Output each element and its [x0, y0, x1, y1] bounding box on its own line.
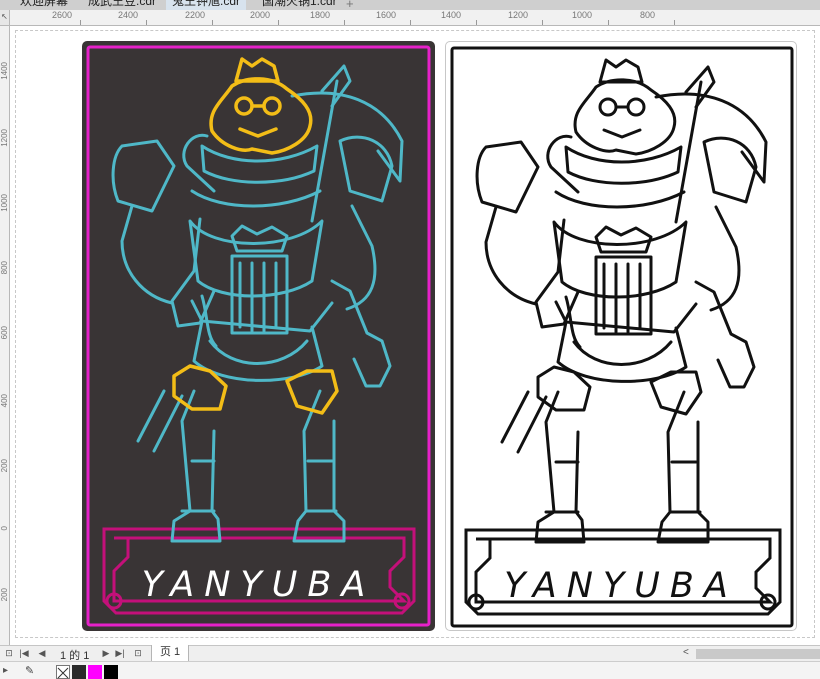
- add-tab-button[interactable]: +: [346, 0, 354, 10]
- ruler-label: 800: [640, 10, 656, 20]
- swatch-none[interactable]: [56, 665, 70, 679]
- ruler-tick: [674, 20, 675, 25]
- horizontal-ruler[interactable]: 2600 2400 2200 2000 1800 1600 1400 1200 …: [10, 10, 820, 26]
- add-page-icon[interactable]: ⊡: [132, 647, 144, 660]
- ruler-label: 1600: [376, 10, 397, 20]
- page-navigator: ⊡ |◀ ◀ 1 的 1 ▶ ▶| ⊡ 页 1 <: [0, 645, 820, 662]
- first-page-icon[interactable]: ⊡: [3, 647, 15, 660]
- ruler-label: 1000: [0, 194, 9, 212]
- ruler-label: 1400: [0, 62, 9, 80]
- last-page-icon[interactable]: ▶|: [114, 647, 126, 660]
- line-guardian-illustration: [450, 46, 794, 628]
- ruler-label: 2200: [185, 10, 206, 20]
- tab-doc-3[interactable]: 国潮火锅1.cdr: [256, 0, 343, 10]
- tab-welcome[interactable]: 欢迎屏幕: [14, 0, 74, 10]
- ruler-label: 0: [0, 526, 9, 531]
- prev-page-icon[interactable]: ◀: [36, 647, 48, 660]
- page-tab-1[interactable]: 页 1: [151, 645, 190, 662]
- ruler-label: 2000: [250, 10, 271, 20]
- ruler-tick: [344, 20, 345, 25]
- ruler-tick: [608, 20, 609, 25]
- no-color-icon: [57, 667, 69, 679]
- swatch-magenta[interactable]: [88, 665, 102, 679]
- ruler-label: 2400: [118, 10, 139, 20]
- neon-guardian-illustration: [86, 45, 431, 627]
- ruler-tick: [146, 20, 147, 25]
- ruler-label: 1200: [508, 10, 529, 20]
- ruler-label: 2600: [52, 10, 73, 20]
- ruler-origin-icon[interactable]: ↖: [0, 10, 10, 26]
- ruler-label: 1800: [310, 10, 331, 20]
- ruler-label: 600: [0, 326, 9, 340]
- tab-doc-2[interactable]: 鬼王钟馗.cdr: [166, 0, 247, 10]
- palette-expand-icon[interactable]: ▸: [3, 665, 8, 676]
- ruler-tick: [278, 20, 279, 25]
- neon-brand-title: YANYUBA: [141, 565, 376, 605]
- tab-doc-1[interactable]: 成武王豆.cdr: [82, 0, 162, 10]
- ruler-tick: [410, 20, 411, 25]
- horizontal-scrollbar-thumb[interactable]: [696, 649, 820, 659]
- swatch-dark-gray[interactable]: [72, 665, 86, 679]
- scroll-left-button[interactable]: <: [683, 647, 689, 658]
- ruler-label: 200: [0, 588, 9, 602]
- next-page-icon[interactable]: ▶: [100, 647, 112, 660]
- ruler-tick: [542, 20, 543, 25]
- ruler-tick: [476, 20, 477, 25]
- ruler-label: 1400: [441, 10, 462, 20]
- neon-artboard[interactable]: YANYUBA: [82, 41, 435, 631]
- dropper-icon[interactable]: ✎: [25, 664, 34, 677]
- ruler-label: 1000: [572, 10, 593, 20]
- ruler-label: 800: [0, 261, 9, 275]
- ruler-tick: [80, 20, 81, 25]
- color-palette: ▸ ✎: [0, 661, 820, 679]
- line-artboard[interactable]: YANYUBA: [445, 41, 797, 631]
- drawing-canvas[interactable]: YANYUBA YANYUBA: [11, 27, 820, 645]
- coreldraw-window: 欢迎屏幕 成武王豆.cdr 鬼王钟馗.cdr 国潮火锅1.cdr + ↖ 260…: [0, 0, 820, 679]
- document-tabs: 欢迎屏幕 成武王豆.cdr 鬼王钟馗.cdr 国潮火锅1.cdr +: [0, 0, 820, 10]
- first-page-button[interactable]: |◀: [18, 647, 30, 660]
- line-brand-title: YANYUBA: [504, 566, 738, 606]
- ruler-label: 200: [0, 459, 9, 473]
- swatch-black[interactable]: [104, 665, 118, 679]
- ruler-tick: [212, 20, 213, 25]
- vertical-ruler[interactable]: 1400 1200 1000 800 600 400 200 0 200: [0, 26, 10, 645]
- ruler-label: 400: [0, 394, 9, 408]
- ruler-label: 1200: [0, 129, 9, 147]
